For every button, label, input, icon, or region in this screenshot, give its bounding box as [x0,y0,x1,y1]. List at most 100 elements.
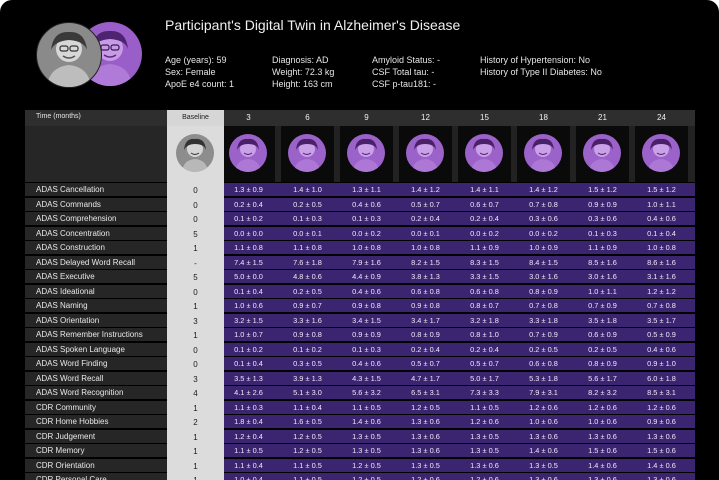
predicted-value-cell: 1.2 ± 0.5 [352,475,381,480]
predicted-value-cell: 5.6 ± 3.2 [352,388,381,397]
predicted-value-cell: 3.4 ± 1.7 [411,315,440,325]
month-header-21: 21 [598,113,607,122]
predicted-value-cell: 0.7 ± 0.9 [588,301,617,310]
table-row: 0.1 ± 0.4 0.2 ± 0.5 0.4 ± 0.6 0.6 ± 0.8 0.6 … [224,284,695,298]
baseline-value: 0 [193,200,198,210]
history-group: History of Hypertension: No History of T… [480,54,602,78]
predicted-value-cell: 1.1 ± 0.5 [293,475,322,480]
row-label: ADAS Ideational [25,284,167,298]
person-photo-icon [182,138,208,172]
predicted-value-cell: 0.7 ± 0.8 [647,301,676,310]
predicted-value-cell: 1.1 ± 0.5 [352,402,381,412]
digital-twin-panel: Participant's Digital Twin in Alzheimer'… [0,0,719,480]
table-row: 0.1 ± 0.2 0.1 ± 0.2 0.1 ± 0.3 0.2 ± 0.4 0.2 … [224,342,695,356]
predicted-value-cell: 1.3 ± 0.6 [529,431,558,441]
predicted-value-cell: 1.2 ± 0.6 [470,475,499,480]
predicted-value-cell: 5.0 ± 1.7 [470,373,499,383]
predicted-value-cell: 3.3 ± 1.8 [529,315,558,325]
predicted-value-cell: 8.5 ± 3.1 [647,388,676,397]
predicted-value-cell: 1.3 ± 0.5 [470,431,499,441]
baseline-value: 0 [193,186,198,195]
weight-field: Weight: 72.3 kg [272,67,335,77]
predicted-value-cell: 0.6 ± 0.9 [588,330,617,339]
predicted-value-cell: 0.2 ± 0.5 [293,199,322,209]
baseline-value: 1 [193,331,198,340]
predicted-value-cell: 1.4 ± 1.2 [529,185,558,194]
predicted-value-cell: 0.2 ± 0.4 [470,344,499,354]
baseline-value: 5 [193,229,198,239]
predicted-value-cell: 1.4 ± 0.6 [352,417,381,426]
baseline-value: 1 [193,244,198,253]
table-row: 1.0 ± 0.4 1.1 ± 0.5 1.2 ± 0.5 1.2 ± 0.6 1.2 … [224,473,695,480]
predicted-value-cell: 1.4 ± 0.6 [647,460,676,470]
predicted-value-cell: 8.6 ± 1.6 [647,257,676,267]
table-row: 7.4 ± 1.5 7.6 ± 1.8 7.9 ± 1.6 8.2 ± 1.5 8.3 … [224,255,695,269]
month-header-9: 9 [364,113,369,122]
baseline-value: 1 [193,461,198,471]
predicted-value-cell: 7.9 ± 1.6 [352,257,381,267]
table-row: 1.3 ± 0.9 1.4 ± 1.0 1.3 ± 1.1 1.4 ± 1.2 1.4 … [224,183,695,196]
predicted-value-cell: 0.0 ± 0.0 [234,228,263,238]
predicted-value-cell: 4.4 ± 0.9 [352,272,381,281]
person-photo-icon [412,138,438,172]
predicted-value-cell: 1.3 ± 0.5 [352,431,381,441]
baseline-value: 0 [193,215,198,224]
row-label: CDR Memory [25,444,167,457]
predicted-value-cell: 0.2 ± 0.5 [529,344,558,354]
table-row: 1.1 ± 0.5 1.2 ± 0.5 1.3 ± 0.5 1.3 ± 0.6 1.3 … [224,444,695,457]
row-label: ADAS Spoken Language [25,342,167,356]
person-photo-icon [471,138,497,172]
predicted-value-cell: 0.5 ± 0.9 [647,330,676,339]
predicted-value-cell: 0.1 ± 0.2 [234,214,263,223]
predicted-value-cell: 0.3 ± 0.6 [588,214,617,223]
predicted-value-cell: 1.3 ± 0.6 [411,431,440,441]
table-row: 1.0 ± 0.7 0.9 ± 0.8 0.9 ± 0.9 0.8 ± 0.9 0.8 … [224,328,695,341]
predicted-value-cell: 4.8 ± 0.6 [293,272,322,281]
predicted-value-cell: 0.2 ± 0.5 [588,344,617,354]
predicted-value-cell: 0.2 ± 0.4 [470,214,499,223]
twin-avatar-month-18 [524,134,562,172]
predicted-value-cell: 0.9 ± 0.7 [293,301,322,310]
table-row: 0.0 ± 0.0 0.0 ± 0.1 0.0 ± 0.2 0.0 ± 0.1 0.0 … [224,226,695,240]
baseline-value: 1 [193,403,198,413]
predicted-value-cell: 1.0 ± 0.4 [234,475,263,480]
predicted-value-cell: 1.4 ± 0.6 [529,446,558,455]
clinical-group: Diagnosis: AD Weight: 72.3 kg Height: 16… [272,54,334,90]
table-row: 3.2 ± 1.5 3.3 ± 1.6 3.4 ± 1.5 3.4 ± 1.7 3.2 … [224,313,695,327]
twin-avatar-month-12 [406,134,444,172]
predicted-value-cell: 8.2 ± 3.2 [588,388,617,397]
predicted-value-cell: 1.2 ± 0.5 [293,431,322,441]
predicted-value-cell: 1.5 ± 0.6 [647,446,676,455]
predicted-value-cell: 1.5 ± 1.2 [647,185,676,194]
predicted-value-cell: 8.5 ± 1.6 [588,257,617,267]
baseline-value: 0 [193,345,198,355]
row-label: CDR Judgement [25,429,167,443]
person-photo-icon [47,31,91,87]
predicted-value-cell: 5.1 ± 3.0 [293,388,322,397]
predicted-value-cell: 1.0 ± 1.1 [647,199,676,209]
predicted-value-cell: 0.4 ± 0.6 [647,214,676,223]
predicted-value-cell: 1.2 ± 0.6 [647,402,676,412]
predicted-value-cell: 3.5 ± 1.7 [647,315,676,325]
predicted-value-cell: 3.0 ± 1.6 [529,272,558,281]
predicted-value-cell: 1.0 ± 0.6 [529,417,558,426]
baseline-value: 2 [193,418,198,427]
predicted-value-cell: 0.1 ± 0.3 [588,228,617,238]
predicted-value-cell: 1.3 ± 0.6 [529,475,558,480]
predicted-value-cell: 1.0 ± 0.9 [529,243,558,252]
forecast-table: Time (months) Baseline 3 6 9 12 15 18 21 24 ADAS… [25,110,695,480]
predicted-value-cell: 0.4 ± 0.6 [352,199,381,209]
twin-avatar-month-15 [465,134,503,172]
predicted-value-cell: 0.0 ± 0.2 [470,228,499,238]
predicted-value-cell: 6.0 ± 1.8 [647,373,676,383]
month-header-3: 3 [246,113,251,122]
predicted-value-cell: 0.2 ± 0.4 [234,199,263,209]
predicted-value-cell: 5.3 ± 1.8 [529,373,558,383]
month-header-24: 24 [657,113,666,122]
predicted-value-cell: 3.3 ± 1.5 [470,272,499,281]
month-header-18: 18 [539,113,548,122]
predicted-value-cell: 1.4 ± 0.6 [588,460,617,470]
predicted-value-cell: 1.1 ± 0.5 [234,446,263,455]
predicted-value-cell: 0.2 ± 0.4 [411,344,440,354]
apoe-field: ApoE e4 count: 1 [165,79,235,89]
